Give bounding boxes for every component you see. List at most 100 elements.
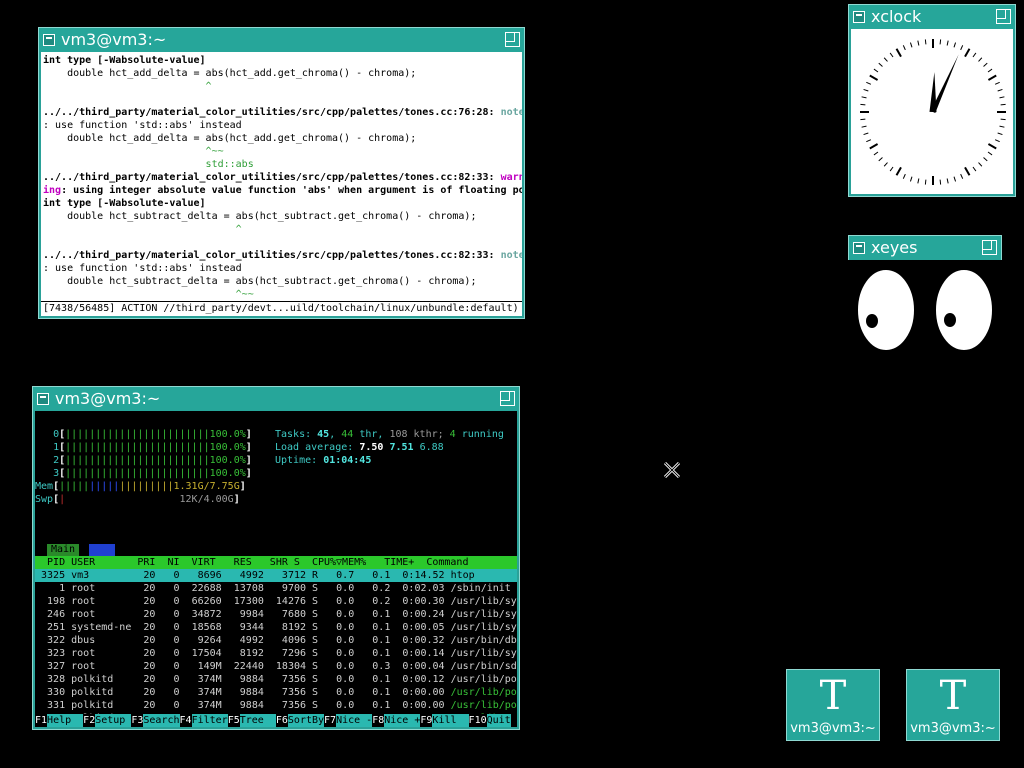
clock-minute-tick	[902, 173, 906, 179]
tab-main[interactable]: Main	[47, 544, 80, 556]
terminal-line: ^	[43, 224, 242, 235]
fkey-f9[interactable]: F9	[420, 714, 432, 727]
process-row[interactable]: 327 root 20 0 149M 22440 18304 S 0.0 0.3…	[35, 660, 517, 673]
process-row[interactable]: 322 dbus 20 0 9264 4992 4096 S 0.0 0.1 0…	[35, 634, 517, 647]
xclock-titlebar[interactable]: xclock	[849, 5, 1015, 29]
xeyes-titlebar[interactable]: xeyes	[849, 236, 1001, 260]
clock-minute-tick	[994, 81, 1000, 85]
window-menu-icon[interactable]	[43, 34, 55, 46]
clock-minute-tick	[1000, 103, 1006, 106]
clock-minute-tick	[860, 103, 866, 106]
fkey-label[interactable]: Tree	[239, 714, 276, 727]
cpu-meter: 2[||||||||||||||||||||||||100.0%]	[53, 455, 252, 466]
terminal-line: ../../third_party/material_color_utiliti…	[43, 250, 522, 261]
window-menu-icon[interactable]	[853, 242, 865, 254]
fkey-f6[interactable]: F6	[276, 714, 288, 727]
clock-minute-tick	[909, 42, 913, 48]
clock-minute-tick	[953, 176, 957, 182]
clock-minute-tick	[866, 139, 872, 143]
clock-minute-tick	[978, 162, 983, 167]
fkey-f3[interactable]: F3	[131, 714, 143, 727]
process-row[interactable]: 1 root 20 0 22688 13708 9700 S 0.0 0.2 0…	[35, 582, 511, 595]
fkey-label[interactable]: Nice +	[384, 714, 421, 727]
window-menu-icon[interactable]	[853, 11, 865, 23]
xeyes-window[interactable]: xeyes	[848, 235, 1002, 260]
fkey-f4[interactable]: F4	[180, 714, 192, 727]
terminal-line: double hct_subtract_delta = abs(hct_subt…	[43, 276, 477, 287]
maximize-icon[interactable]	[505, 32, 520, 47]
htop-window[interactable]: vm3@vm3:~ 0[||||||||||||||||||||||||100.…	[32, 386, 520, 730]
maximize-icon[interactable]	[500, 391, 515, 406]
clock-minute-tick	[946, 40, 949, 46]
clock-hour-tick	[964, 166, 971, 176]
fkey-f10[interactable]: F10	[469, 714, 487, 727]
clock-minute-tick	[983, 157, 988, 162]
x-cursor-icon	[663, 461, 681, 479]
right-pupil	[944, 313, 956, 327]
clock-minute-tick	[878, 62, 883, 67]
clock-minute-tick	[997, 88, 1003, 92]
clock-minute-tick	[924, 179, 927, 185]
htop-titlebar[interactable]: vm3@vm3:~	[33, 387, 519, 411]
clock-minute-tick	[939, 179, 942, 185]
terminal-line: double hct_add_delta = abs(hct_add.get_c…	[43, 68, 417, 79]
terminal-line: int type [-Wabsolute-value]	[43, 198, 206, 209]
xeyes-eyes	[856, 268, 994, 352]
fkey-label[interactable]: Nice -	[336, 714, 373, 727]
fkey-f1[interactable]: F1	[35, 714, 47, 727]
process-table-header[interactable]: PID USER PRI NI VIRT RES SHR S CPU%▽MEM%…	[35, 556, 517, 569]
process-row[interactable]: 251 systemd-ne 20 0 18568 9344 8192 S 0.…	[35, 621, 517, 634]
fkey-f7[interactable]: F7	[324, 714, 336, 727]
uptime-line: Uptime: 01:04:45	[275, 455, 372, 466]
fkey-f5[interactable]: F5	[228, 714, 240, 727]
iconified-terminal-2[interactable]: T vm3@vm3:~	[906, 669, 1000, 741]
clock-minute-tick	[983, 62, 988, 67]
fkey-label[interactable]: Quit	[486, 714, 511, 727]
clock-hour-tick	[895, 48, 902, 58]
clock-minute-tick	[883, 162, 888, 167]
cpu-meter: 3[||||||||||||||||||||||||100.0%]	[53, 468, 252, 479]
process-row[interactable]: 198 root 20 0 66260 17300 14276 S 0.0 0.…	[35, 595, 517, 608]
window-menu-icon[interactable]	[37, 393, 49, 405]
fkey-label[interactable]: Filter	[191, 714, 228, 727]
clock-hour-tick	[869, 143, 879, 150]
clock-minute-tick	[924, 39, 927, 45]
fkey-label[interactable]: Setup	[95, 714, 132, 727]
clock-minute-tick	[917, 40, 920, 46]
terminal-window[interactable]: vm3@vm3:~ int type [-Wabsolute-value] do…	[38, 27, 525, 319]
xclock-window[interactable]: xclock	[848, 4, 1016, 197]
maximize-icon[interactable]	[996, 9, 1011, 24]
clock-minute-tick	[960, 173, 964, 179]
process-row[interactable]: 323 root 20 0 17504 8192 7296 S 0.0 0.1 …	[35, 647, 517, 660]
terminal-line: ^~~	[43, 289, 254, 300]
tab-io[interactable]: I/O	[89, 544, 116, 556]
iconified-terminal-1[interactable]: T vm3@vm3:~	[786, 669, 880, 741]
clock-minute-tick	[953, 42, 957, 48]
clock-minute-tick	[883, 57, 888, 62]
process-row[interactable]: 331 polkitd 20 0 374M 9884 7356 S 0.0 0.…	[35, 699, 517, 712]
fkey-f8[interactable]: F8	[372, 714, 384, 727]
terminal-titlebar[interactable]: vm3@vm3:~	[39, 28, 524, 52]
window-title: xeyes	[871, 238, 918, 257]
clock-minute-tick	[889, 166, 894, 172]
htop-screen[interactable]: 0[||||||||||||||||||||||||100.0%] 1[||||…	[35, 411, 517, 727]
terminal-line: double hct_add_delta = abs(hct_add.get_c…	[43, 133, 417, 144]
terminal-line: ^~~	[43, 146, 224, 157]
clock-hour-tick	[869, 74, 879, 81]
function-key-bar: F1Help F2Setup F3SearchF4FilterF5Tree F6…	[35, 714, 517, 727]
fkey-label[interactable]: SortBy	[287, 714, 325, 727]
maximize-icon[interactable]	[982, 240, 997, 255]
fkey-label[interactable]: Help	[47, 714, 84, 727]
process-row[interactable]: 328 polkitd 20 0 374M 9884 7356 S 0.0 0.…	[35, 673, 517, 686]
terminal-output[interactable]: int type [-Wabsolute-value] double hct_a…	[41, 52, 522, 316]
fkey-label[interactable]: Search	[143, 714, 180, 727]
clock-minute-tick	[860, 118, 866, 121]
fkey-f2[interactable]: F2	[83, 714, 95, 727]
fkey-label[interactable]: Kill	[432, 714, 469, 727]
process-row-selected[interactable]: 3325 vm3 20 0 8696 4992 3712 R 0.7 0.1 0…	[35, 569, 475, 582]
clock-minute-tick	[866, 81, 872, 85]
window-title: vm3@vm3:~	[55, 389, 161, 408]
process-row[interactable]: 246 root 20 0 34872 9984 7680 S 0.0 0.1 …	[35, 608, 517, 621]
process-row[interactable]: 330 polkitd 20 0 374M 9884 7356 S 0.0 0.…	[35, 686, 517, 699]
clock-minute-tick	[1000, 118, 1006, 121]
